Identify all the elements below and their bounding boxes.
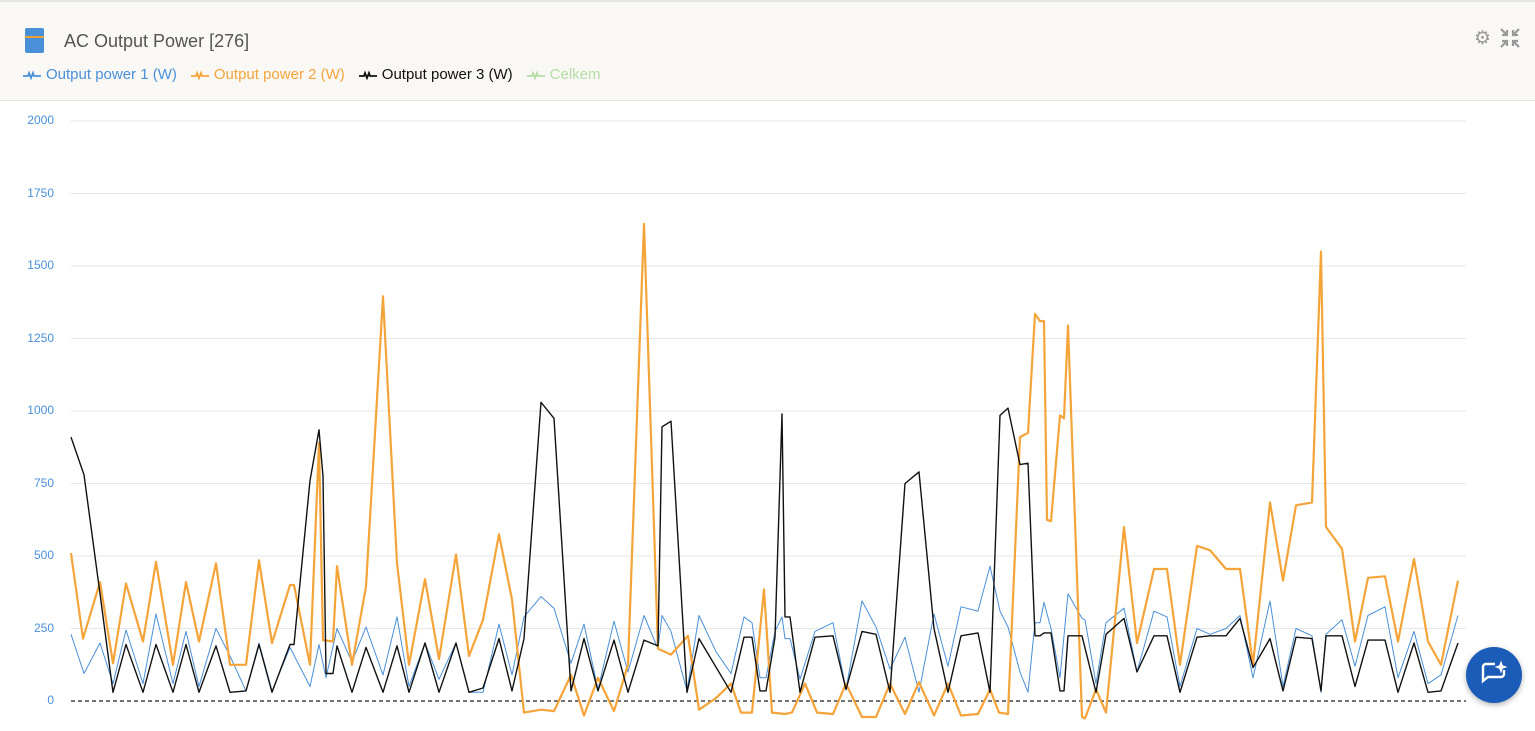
chat-sparkle-icon xyxy=(1481,660,1508,684)
series-line-2 xyxy=(69,222,1460,720)
chat-button[interactable] xyxy=(1466,647,1522,703)
line-chart xyxy=(69,120,1466,720)
